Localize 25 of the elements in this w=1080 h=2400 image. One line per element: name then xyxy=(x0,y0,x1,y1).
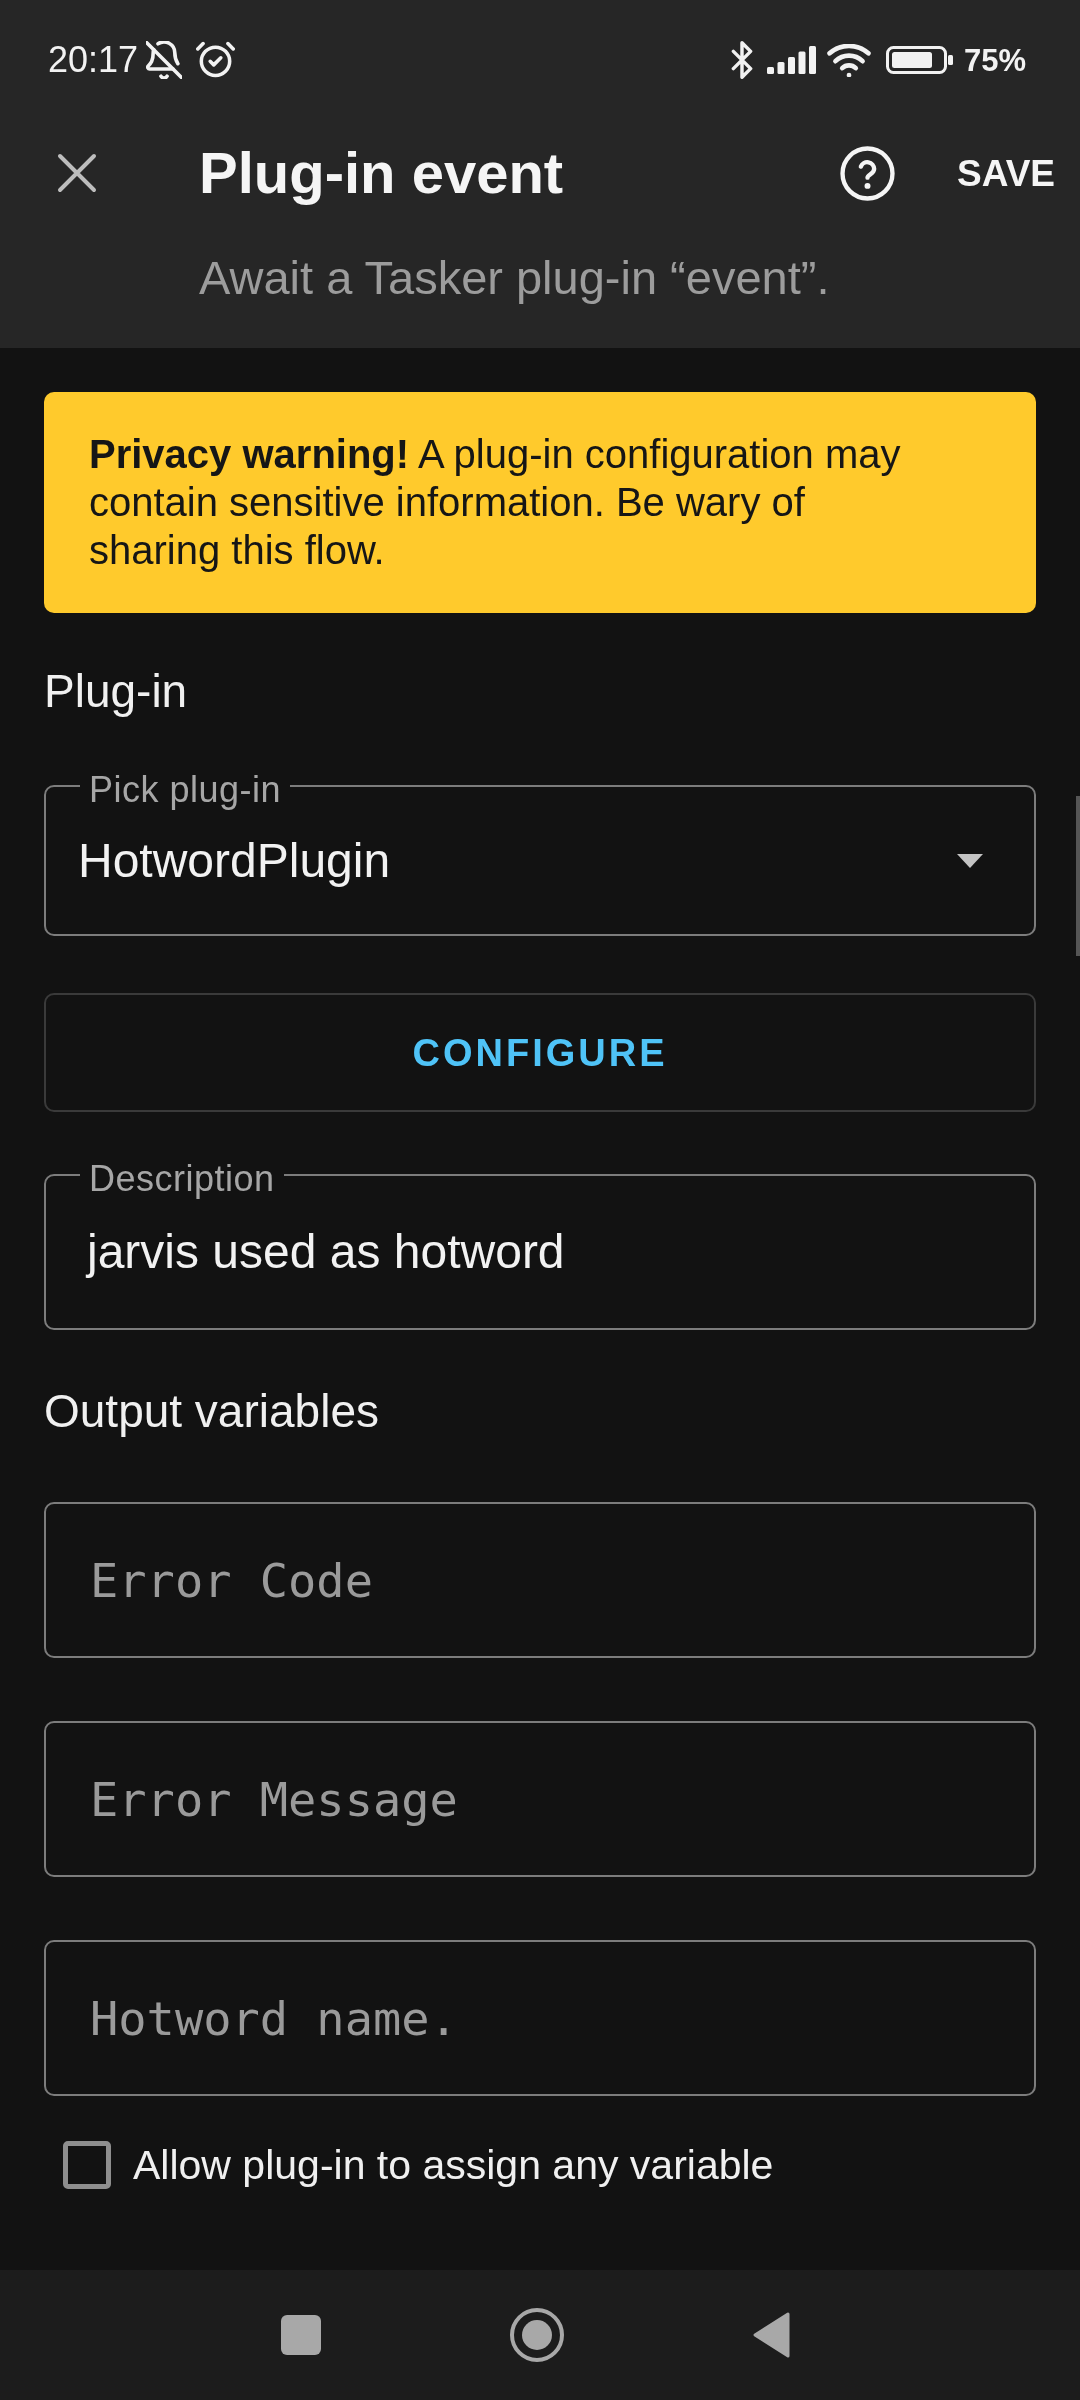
checkbox-label: Allow plug-in to assign any variable xyxy=(133,2144,774,2186)
battery-icon xyxy=(885,46,954,74)
back-icon[interactable] xyxy=(752,2312,790,2358)
close-icon[interactable] xyxy=(57,153,97,193)
warning-text: Privacy warning! A plug-in configuration may contain sensitive information. Be wary of sharing this flow. xyxy=(89,431,902,574)
configure-button[interactable]: CONFIGURE xyxy=(44,993,1036,1112)
bell-off-icon xyxy=(146,41,183,79)
section-heading: Plug-in xyxy=(44,664,188,719)
signal-icon xyxy=(766,46,816,74)
status-time: 20:17 xyxy=(48,42,139,78)
caret-icon xyxy=(957,853,983,868)
help-icon[interactable] xyxy=(840,145,895,201)
checkbox[interactable] xyxy=(63,2141,111,2189)
alarm-clock-icon xyxy=(196,41,236,79)
home-icon[interactable] xyxy=(509,2308,564,2362)
save-button[interactable]: SAVE xyxy=(945,140,1067,206)
text-field[interactable]: Error Code xyxy=(44,1502,1036,1658)
screen-subtitle: Await a Tasker plug-in “event”. xyxy=(199,250,830,306)
bluetooth-icon xyxy=(730,41,753,79)
wifi-icon xyxy=(826,43,871,77)
battery-percent: 75% xyxy=(963,44,1026,76)
text-field[interactable]: Error Message xyxy=(44,1721,1036,1877)
recents-icon[interactable] xyxy=(280,2315,321,2355)
text-field[interactable]: Hotword name. xyxy=(44,1940,1036,2096)
section-heading: Output variables xyxy=(44,1384,379,1439)
